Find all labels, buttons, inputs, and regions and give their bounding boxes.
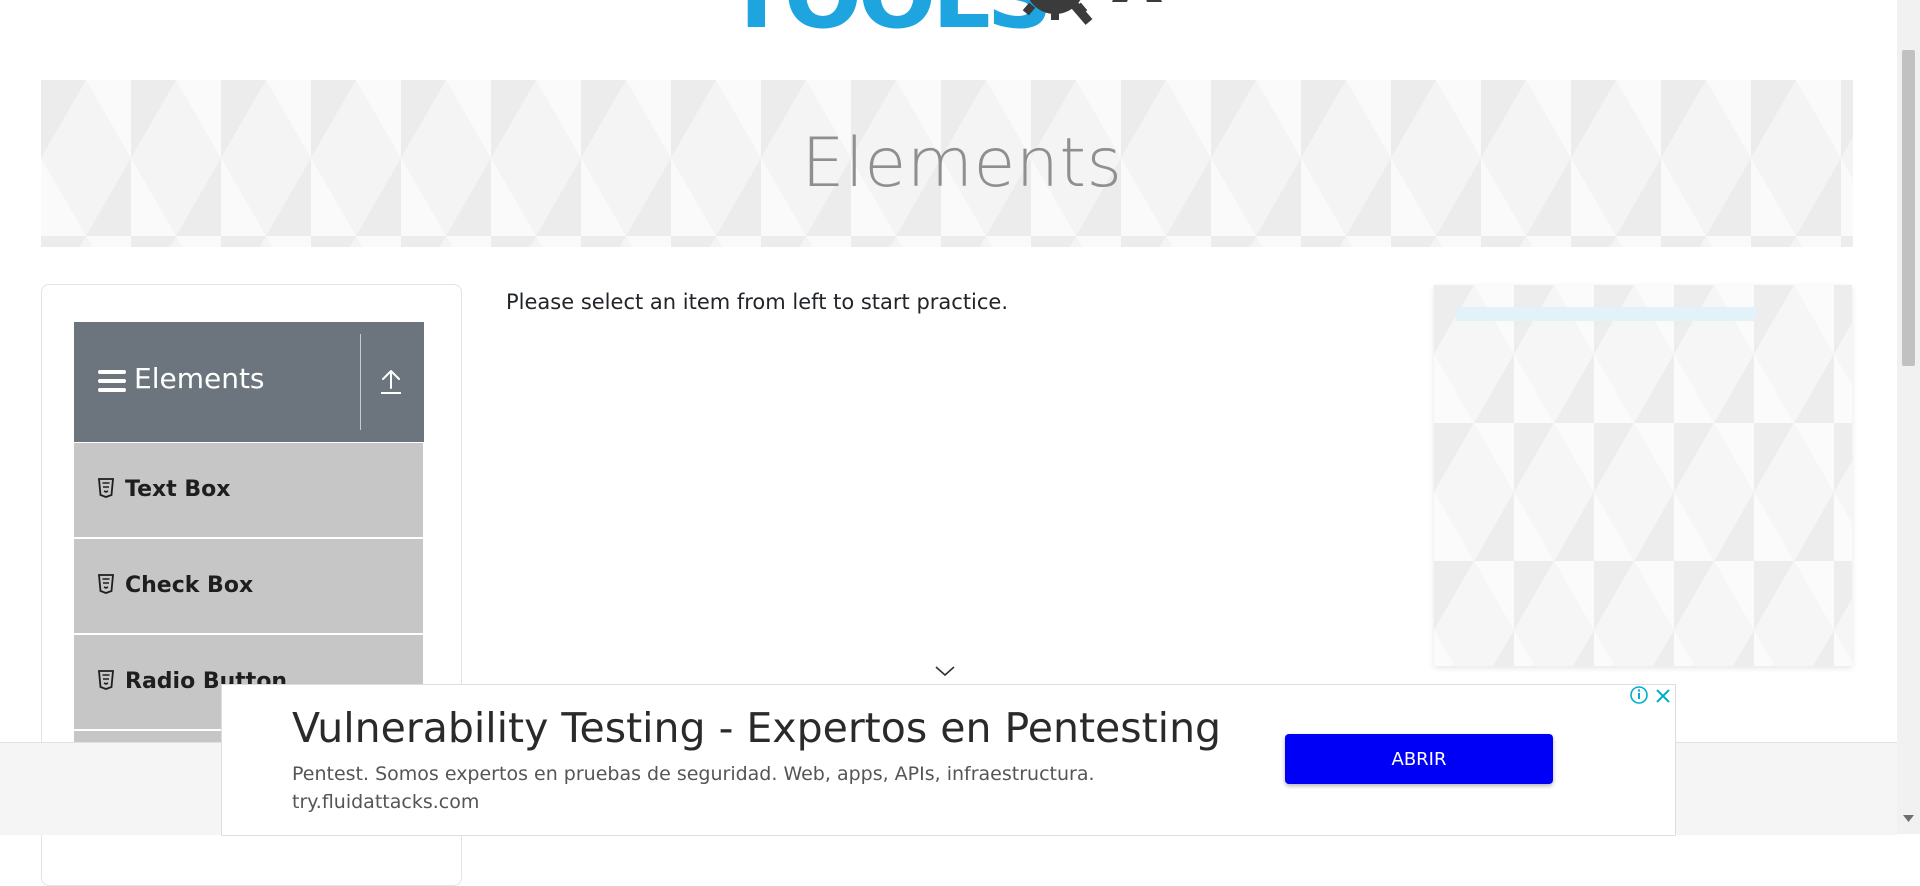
sidebar-item-label: Text Box [125, 477, 231, 502]
scroll-thumb[interactable] [1902, 50, 1915, 366]
ad-domain[interactable]: try.fluidattacks.com [292, 791, 479, 813]
sidebar-item-label: Check Box [125, 573, 254, 598]
ad-loading-bar [1456, 307, 1756, 321]
logo-text: TOOLS [725, 0, 1053, 49]
close-icon[interactable] [1652, 685, 1674, 707]
page-scrollbar[interactable] [1897, 0, 1920, 834]
collapse-up-icon[interactable] [379, 368, 403, 396]
sidebar-group-elements[interactable]: Elements [74, 322, 424, 442]
bottom-ad-banner[interactable]: Vulnerability Testing - Expertos en Pent… [221, 684, 1676, 836]
ad-info-icon[interactable] [1629, 685, 1649, 705]
scroll-down-arrow-icon[interactable] [1903, 815, 1914, 823]
sidebar-item-text-box[interactable]: Text Box [74, 443, 423, 539]
html5-icon [98, 670, 114, 690]
html5-icon [98, 478, 114, 498]
gear-qa-icon [1022, 0, 1162, 25]
divider [360, 334, 361, 430]
hamburger-icon [98, 370, 126, 394]
side-ad-placeholder[interactable] [1434, 285, 1852, 666]
page-banner: Elements [41, 80, 1853, 247]
ad-description: Pentest. Somos expertos en pruebas de se… [292, 763, 1095, 785]
site-logo[interactable]: TOOLS [725, 0, 1195, 65]
page-title: Elements [801, 124, 1123, 203]
ad-headline[interactable]: Vulnerability Testing - Expertos en Pent… [292, 704, 1221, 752]
html5-icon [98, 574, 114, 594]
chevron-down-icon[interactable] [934, 664, 956, 678]
ad-open-button[interactable]: ABRIR [1285, 734, 1553, 784]
sidebar-group-title: Elements [134, 362, 265, 395]
practice-prompt: Please select an item from left to start… [506, 290, 1009, 314]
sidebar-item-check-box[interactable]: Check Box [74, 539, 423, 635]
